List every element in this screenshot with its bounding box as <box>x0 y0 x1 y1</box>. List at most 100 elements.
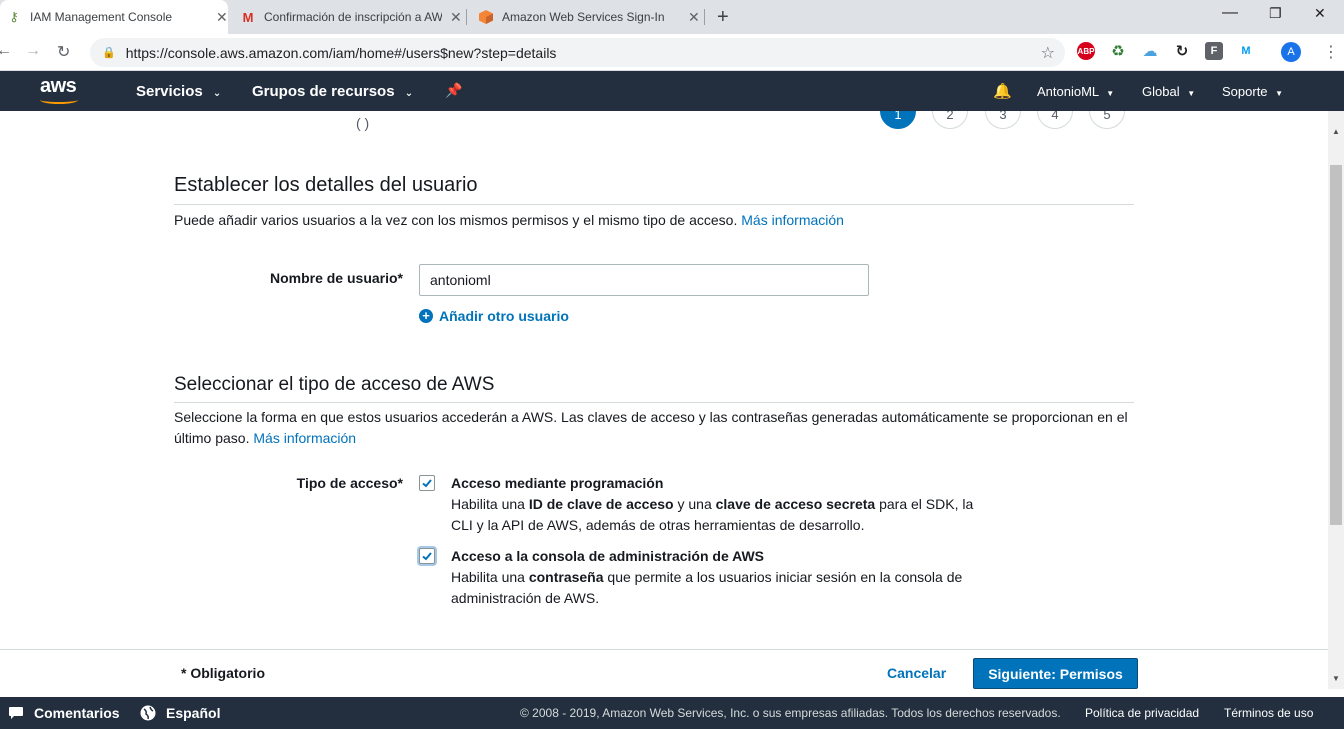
tab-gmail[interactable]: M Confirmación de inscripción a AWS ✕ <box>234 0 466 34</box>
movistar-icon[interactable]: M <box>1237 42 1255 60</box>
region-label: Global <box>1142 84 1180 99</box>
region-menu[interactable]: Global ▼ <box>1142 84 1195 99</box>
globe-icon <box>140 705 156 721</box>
bell-icon[interactable]: 🔔 <box>993 82 1012 100</box>
desc-bold: contraseña <box>528 569 604 585</box>
close-icon[interactable]: ✕ <box>216 9 228 26</box>
address-bar[interactable]: 🔒 https://console.aws.amazon.com/iam/hom… <box>90 38 1065 67</box>
username-label: Nombre de usuario* <box>269 270 403 286</box>
account-menu[interactable]: AntonioML ▼ <box>1037 84 1114 99</box>
window-close-icon[interactable]: ✕ <box>1314 5 1326 22</box>
checkmark-icon <box>422 479 432 488</box>
aws-smile-icon <box>40 96 78 104</box>
browser-toolbar: ← → ↻ 🔒 https://console.aws.amazon.com/i… <box>0 34 1344 71</box>
console-access-checkbox[interactable] <box>419 548 435 564</box>
services-label: Servicios <box>136 83 203 100</box>
minimize-icon[interactable]: — <box>1222 4 1238 22</box>
tab-title: Confirmación de inscripción a AWS <box>264 10 442 24</box>
wizard-step-3[interactable]: 3 <box>985 111 1021 129</box>
scroll-down-icon[interactable]: ▼ <box>1332 674 1340 683</box>
new-tab-button[interactable]: + <box>717 6 729 29</box>
programmatic-access-title: Acceso mediante programación <box>451 475 664 491</box>
close-icon[interactable]: ✕ <box>688 9 700 26</box>
cancel-button[interactable]: Cancelar <box>887 665 946 681</box>
wizard-step-2[interactable]: 2 <box>932 111 968 129</box>
main-content: ( ) 1 2 3 4 5 Establecer los detalles de… <box>0 111 1328 649</box>
account-label: AntonioML <box>1037 84 1099 99</box>
services-menu[interactable]: Servicios ⌄ <box>136 83 221 100</box>
desc-text: y una <box>673 496 716 512</box>
language-button[interactable]: Español <box>140 705 220 721</box>
username-input[interactable]: antonioml <box>419 264 869 296</box>
aws-cube-icon <box>478 9 494 25</box>
console-access-desc: Habilita una contraseña que permite a lo… <box>451 567 991 609</box>
support-menu[interactable]: Soporte ▼ <box>1222 84 1283 99</box>
next-permissions-button[interactable]: Siguiente: Permisos <box>973 658 1138 689</box>
aws-logo[interactable]: aws <box>40 75 77 98</box>
desc-bold: ID de clave de acceso <box>528 496 674 512</box>
more-info-link[interactable]: Más información <box>741 212 844 228</box>
tab-aws-signin[interactable]: Amazon Web Services Sign-In ✕ <box>472 0 704 34</box>
lock-icon: 🔒 <box>102 47 116 59</box>
add-user-label: Añadir otro usuario <box>439 308 569 324</box>
section-title-access: Seleccionar el tipo de acceso de AWS <box>174 374 495 395</box>
programmatic-access-desc: Habilita una ID de clave de acceso y una… <box>451 494 991 536</box>
access-type-label: Tipo de acceso* <box>296 475 403 491</box>
back-icon[interactable]: ← <box>0 42 12 60</box>
wizard-back-icon: ( ) <box>356 115 370 131</box>
browser-menu-icon[interactable]: ⋮ <box>1323 42 1339 62</box>
tab-title: IAM Management Console <box>30 10 173 24</box>
close-icon[interactable]: ✕ <box>450 9 462 26</box>
required-note: * Obligatorio <box>181 665 265 681</box>
console-footer: Comentarios Español © 2008 - 2019, Amazo… <box>0 697 1344 729</box>
access-description: Seleccione la forma en que estos usuario… <box>174 407 1134 449</box>
gmail-icon: M <box>242 9 254 25</box>
aws-key-icon: ⚷ <box>9 9 19 24</box>
forward-icon[interactable]: → <box>25 42 41 60</box>
tab-title: Amazon Web Services Sign-In <box>502 10 665 24</box>
tab-iam-console[interactable]: ⚷ IAM Management Console ✕ <box>0 0 228 34</box>
more-info-link[interactable]: Más información <box>253 430 356 446</box>
tab-separator <box>704 9 705 25</box>
pin-icon[interactable]: 📌 <box>445 82 462 99</box>
add-user-link[interactable]: + Añadir otro usuario <box>419 308 569 324</box>
scrollbar-thumb[interactable] <box>1330 165 1342 525</box>
profile-avatar[interactable]: A <box>1281 42 1301 62</box>
bookmark-star-icon[interactable]: ☆ <box>1041 43 1055 63</box>
desc-text: Habilita una <box>451 496 529 512</box>
resource-groups-menu[interactable]: Grupos de recursos ⌄ <box>252 83 413 100</box>
support-label: Soporte <box>1222 84 1268 99</box>
caret-down-icon: ▼ <box>1275 89 1284 98</box>
details-description: Puede añadir varios usuarios a la vez co… <box>174 210 1134 231</box>
checkmark-icon <box>422 552 432 561</box>
recycle-icon[interactable]: ♻ <box>1109 42 1127 60</box>
reload-icon[interactable]: ↻ <box>57 42 70 62</box>
copyright-text: © 2008 - 2019, Amazon Web Services, Inc.… <box>520 706 1061 720</box>
f-icon[interactable]: F <box>1205 42 1223 60</box>
tab-separator <box>466 9 467 25</box>
divider <box>174 402 1134 403</box>
section-title-details: Establecer los detalles del usuario <box>174 174 478 196</box>
divider <box>174 204 1134 205</box>
wizard-step-5[interactable]: 5 <box>1089 111 1125 129</box>
chevron-down-icon: ⌄ <box>212 88 222 99</box>
programmatic-access-checkbox[interactable] <box>419 475 435 491</box>
wizard-step-1[interactable]: 1 <box>880 111 916 129</box>
sync-icon[interactable]: ↻ <box>1173 42 1191 60</box>
feedback-label: Comentarios <box>34 705 120 721</box>
console-access-title: Acceso a la consola de administración de… <box>451 548 765 564</box>
caret-down-icon: ▼ <box>1106 89 1115 98</box>
scroll-up-icon[interactable]: ▲ <box>1332 127 1340 136</box>
cloud-icon[interactable]: ☁ <box>1141 42 1159 60</box>
adblock-icon[interactable]: ABP <box>1077 42 1095 60</box>
caret-down-icon: ▼ <box>1187 89 1196 98</box>
desc-text: Habilita una <box>451 569 529 585</box>
wizard-step-4[interactable]: 4 <box>1037 111 1073 129</box>
feedback-button[interactable]: Comentarios <box>8 705 120 721</box>
chevron-down-icon: ⌄ <box>404 88 414 99</box>
restore-icon[interactable]: ❐ <box>1269 5 1282 22</box>
language-label: Español <box>166 705 221 721</box>
privacy-policy-link[interactable]: Política de privacidad <box>1085 706 1199 720</box>
url-text: https://console.aws.amazon.com/iam/home#… <box>125 44 557 61</box>
terms-of-use-link[interactable]: Términos de uso <box>1224 706 1313 720</box>
